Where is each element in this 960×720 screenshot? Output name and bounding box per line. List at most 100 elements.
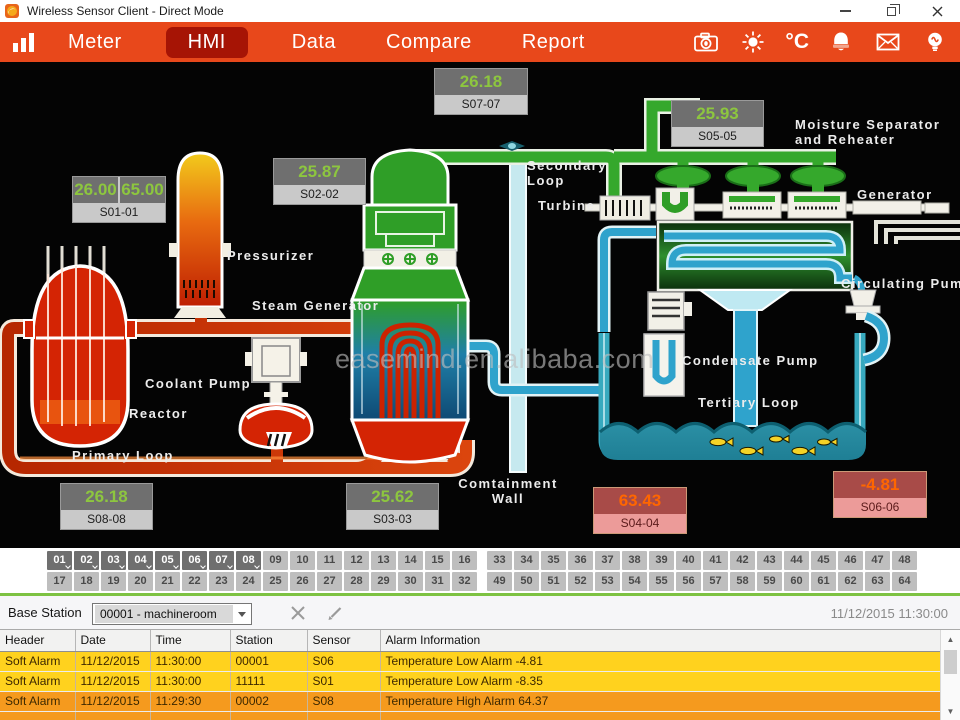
channel-cell-04[interactable]: 04	[128, 551, 153, 570]
channel-cell-63[interactable]: 63	[865, 572, 890, 591]
channel-cell-61[interactable]: 61	[811, 572, 836, 591]
channel-cell-37[interactable]: 37	[595, 551, 620, 570]
celsius-icon[interactable]: °C	[785, 30, 809, 54]
channel-cell-13[interactable]: 13	[371, 551, 396, 570]
channel-cell-52[interactable]: 52	[568, 572, 593, 591]
alarm-column-header[interactable]: Station	[230, 630, 307, 651]
brightness-icon[interactable]	[738, 29, 768, 55]
channel-cell-23[interactable]: 23	[209, 572, 234, 591]
chevron-down-icon[interactable]	[233, 612, 251, 617]
channel-cell-42[interactable]: 42	[730, 551, 755, 570]
alarm-row[interactable]	[0, 711, 940, 720]
channel-cell-02[interactable]: 02	[74, 551, 99, 570]
channel-cell-41[interactable]: 41	[703, 551, 728, 570]
alarm-row[interactable]: Soft Alarm11/12/201511:30:0000001S06Temp…	[0, 651, 940, 671]
channel-cell-31[interactable]: 31	[425, 572, 450, 591]
channel-cell-09[interactable]: 09	[263, 551, 288, 570]
channel-cell-48[interactable]: 48	[892, 551, 917, 570]
channel-cell-29[interactable]: 29	[371, 572, 396, 591]
channel-cell-45[interactable]: 45	[811, 551, 836, 570]
channel-cell-40[interactable]: 40	[676, 551, 701, 570]
channel-cell-64[interactable]: 64	[892, 572, 917, 591]
scroll-down-icon[interactable]: ▼	[941, 703, 960, 720]
channel-cell-17[interactable]: 17	[47, 572, 72, 591]
delete-button[interactable]	[289, 604, 307, 622]
label-tertiary-loop: Tertiary Loop	[698, 395, 800, 410]
channel-cell-57[interactable]: 57	[703, 572, 728, 591]
channel-cell-21[interactable]: 21	[155, 572, 180, 591]
minimize-button[interactable]	[822, 0, 868, 22]
channel-cell-16[interactable]: 16	[452, 551, 477, 570]
channel-cell-01[interactable]: 01	[47, 551, 72, 570]
channel-cell-05[interactable]: 05	[155, 551, 180, 570]
alarm-row[interactable]: Soft Alarm11/12/201511:30:0011111S01Temp…	[0, 671, 940, 691]
alarm-column-header[interactable]: Alarm Information	[380, 630, 940, 651]
channel-cell-10[interactable]: 10	[290, 551, 315, 570]
channel-cell-38[interactable]: 38	[622, 551, 647, 570]
channel-cell-34[interactable]: 34	[514, 551, 539, 570]
channel-cell-19[interactable]: 19	[101, 572, 126, 591]
scrollbar-thumb[interactable]	[944, 650, 957, 674]
channel-cell-24[interactable]: 24	[236, 572, 261, 591]
channel-cell-59[interactable]: 59	[757, 572, 782, 591]
sensor-value: 63.43	[594, 488, 686, 514]
alarm-column-header[interactable]: Time	[150, 630, 230, 651]
channel-cell-55[interactable]: 55	[649, 572, 674, 591]
mail-icon[interactable]	[873, 29, 903, 55]
containment-wall-graphic	[510, 162, 526, 472]
channel-cell-12[interactable]: 12	[344, 551, 369, 570]
channel-cell-07[interactable]: 07	[209, 551, 234, 570]
alarm-column-header[interactable]: Header	[0, 630, 75, 651]
channel-cell-15[interactable]: 15	[425, 551, 450, 570]
channel-cell-35[interactable]: 35	[541, 551, 566, 570]
channel-cell-36[interactable]: 36	[568, 551, 593, 570]
channel-cell-03[interactable]: 03	[101, 551, 126, 570]
channel-cell-30[interactable]: 30	[398, 572, 423, 591]
channel-cell-32[interactable]: 32	[452, 572, 477, 591]
alarm-cell: Temperature High Alarm 64.37	[380, 691, 940, 711]
channel-cell-39[interactable]: 39	[649, 551, 674, 570]
channel-cell-18[interactable]: 18	[74, 572, 99, 591]
channel-cell-28[interactable]: 28	[344, 572, 369, 591]
tab-compare[interactable]: Compare	[380, 27, 478, 58]
channel-cell-11[interactable]: 11	[317, 551, 342, 570]
channel-cell-62[interactable]: 62	[838, 572, 863, 591]
channel-cell-22[interactable]: 22	[182, 572, 207, 591]
alarm-column-header[interactable]: Date	[75, 630, 150, 651]
tab-report[interactable]: Report	[516, 27, 591, 58]
channel-cell-26[interactable]: 26	[290, 572, 315, 591]
base-station-select[interactable]: 00001 - machineroom	[92, 603, 252, 625]
channel-cell-51[interactable]: 51	[541, 572, 566, 591]
channel-cell-58[interactable]: 58	[730, 572, 755, 591]
tab-data[interactable]: Data	[286, 27, 342, 58]
channel-cell-53[interactable]: 53	[595, 572, 620, 591]
tab-hmi[interactable]: HMI	[166, 27, 248, 58]
channel-cell-47[interactable]: 47	[865, 551, 890, 570]
scroll-up-icon[interactable]: ▲	[941, 631, 960, 648]
channel-cell-54[interactable]: 54	[622, 572, 647, 591]
channel-cell-20[interactable]: 20	[128, 572, 153, 591]
channel-cell-46[interactable]: 46	[838, 551, 863, 570]
edit-pencil-button[interactable]	[326, 604, 344, 622]
channel-cell-60[interactable]: 60	[784, 572, 809, 591]
tab-meter[interactable]: Meter	[62, 27, 128, 58]
channel-cell-56[interactable]: 56	[676, 572, 701, 591]
alarm-column-header[interactable]: Sensor	[307, 630, 380, 651]
channel-cell-44[interactable]: 44	[784, 551, 809, 570]
channel-cell-50[interactable]: 50	[514, 572, 539, 591]
camera-icon[interactable]	[691, 29, 721, 55]
close-button[interactable]	[914, 0, 960, 22]
channel-cell-43[interactable]: 43	[757, 551, 782, 570]
table-scrollbar[interactable]: ▲ ▼	[940, 630, 960, 720]
bulb-icon[interactable]	[920, 29, 950, 55]
restore-button[interactable]	[868, 0, 914, 22]
alarm-row[interactable]: Soft Alarm11/12/201511:29:3000002S08Temp…	[0, 691, 940, 711]
channel-cell-06[interactable]: 06	[182, 551, 207, 570]
channel-cell-08[interactable]: 08	[236, 551, 261, 570]
channel-cell-14[interactable]: 14	[398, 551, 423, 570]
alarm-bell-icon[interactable]	[826, 29, 856, 55]
channel-cell-25[interactable]: 25	[263, 572, 288, 591]
channel-cell-33[interactable]: 33	[487, 551, 512, 570]
channel-cell-49[interactable]: 49	[487, 572, 512, 591]
channel-cell-27[interactable]: 27	[317, 572, 342, 591]
